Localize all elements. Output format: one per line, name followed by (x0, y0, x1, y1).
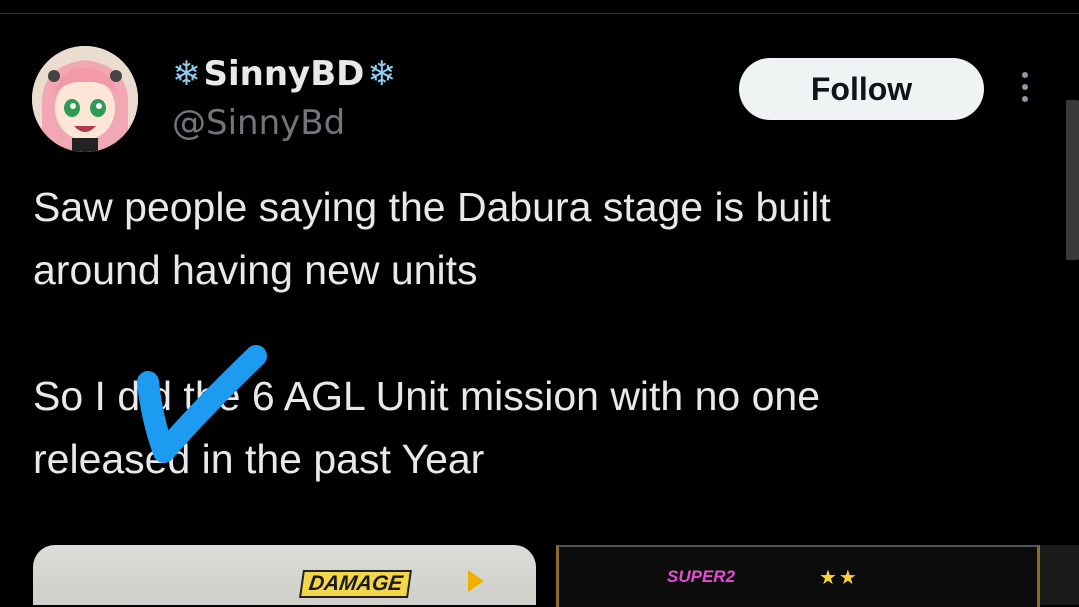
avatar-image (32, 46, 138, 152)
arrow-right-icon (468, 570, 484, 592)
scrollbar[interactable] (1066, 100, 1079, 260)
checkmark-scribble-icon (137, 345, 267, 463)
media-edge (1040, 545, 1079, 605)
media-image-right[interactable]: SUPER2 ★★ (556, 545, 1040, 607)
snowflake-icon: ❄ (367, 54, 396, 94)
tweet-paragraph-1: Saw people saying the Dabura stage is bu… (33, 184, 831, 293)
damage-label: DAMAGE (299, 570, 413, 598)
star-rating-icon: ★★ (819, 565, 859, 589)
author-name-row[interactable]: ❄ SinnyBD ❄ (172, 52, 396, 96)
more-options-icon[interactable] (1016, 72, 1034, 108)
snowflake-icon: ❄ (172, 54, 201, 94)
super-label: SUPER2 (667, 567, 736, 586)
user-handle[interactable]: @SinnyBd (172, 103, 345, 143)
display-name[interactable]: SinnyBD (204, 54, 365, 94)
media-image-left[interactable]: DAMAGE (33, 545, 536, 605)
top-divider (0, 13, 1079, 14)
avatar[interactable] (32, 46, 138, 152)
follow-button[interactable]: Follow (739, 58, 984, 120)
